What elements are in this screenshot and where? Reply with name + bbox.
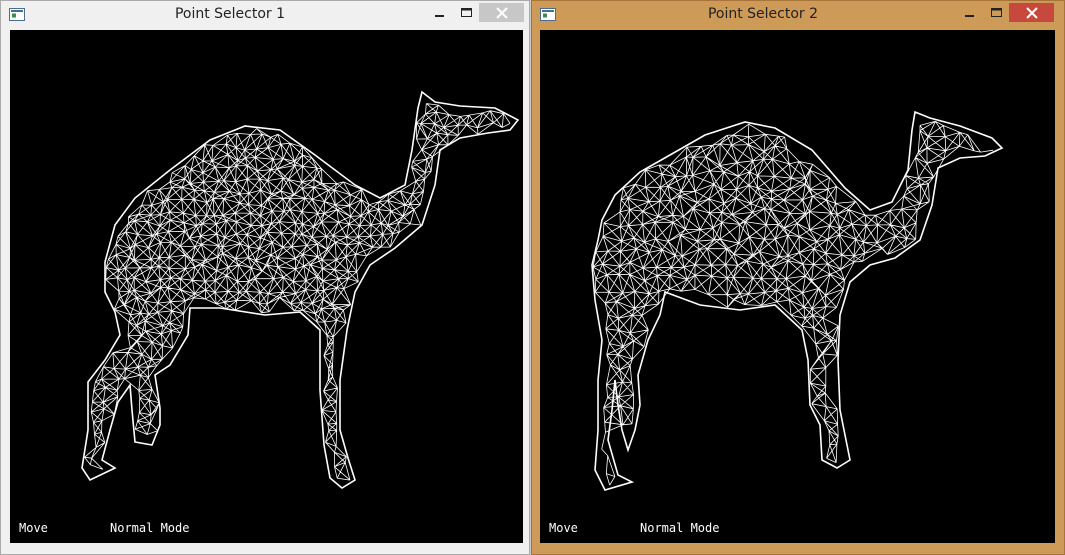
status-action: Move xyxy=(549,521,578,535)
app-icon xyxy=(9,8,25,21)
minimize-icon xyxy=(965,14,974,17)
render-viewport[interactable]: Move Normal Mode xyxy=(10,30,523,543)
maximize-icon xyxy=(990,7,1002,17)
close-icon xyxy=(495,6,508,19)
maximize-icon xyxy=(460,7,472,17)
status-mode: Normal Mode xyxy=(110,521,190,535)
camel-wireframe-mesh[interactable] xyxy=(10,30,523,543)
point-selector-window-2[interactable]: Point Selector 2 Move Normal Mode xyxy=(531,0,1065,555)
minimize-icon xyxy=(435,14,444,17)
app-icon xyxy=(540,8,556,21)
maximize-button[interactable] xyxy=(983,3,1009,22)
window-title: Point Selector 1 xyxy=(174,6,286,22)
point-selector-window-1[interactable]: Point Selector 1 Move Normal Mode xyxy=(0,0,530,555)
status-mode: Normal Mode xyxy=(640,521,720,535)
close-button[interactable] xyxy=(1009,3,1054,22)
title-bar[interactable]: Point Selector 2 xyxy=(532,1,1064,30)
close-button[interactable] xyxy=(479,3,524,22)
render-viewport[interactable]: Move Normal Mode xyxy=(540,30,1055,543)
title-bar[interactable]: Point Selector 1 xyxy=(1,1,529,30)
close-icon xyxy=(1025,6,1038,19)
minimize-button[interactable] xyxy=(957,3,983,22)
camel-wireframe-mesh[interactable] xyxy=(540,30,1055,543)
window-title: Point Selector 2 xyxy=(707,6,819,22)
status-action: Move xyxy=(19,521,48,535)
maximize-button[interactable] xyxy=(453,3,479,22)
minimize-button[interactable] xyxy=(427,3,453,22)
